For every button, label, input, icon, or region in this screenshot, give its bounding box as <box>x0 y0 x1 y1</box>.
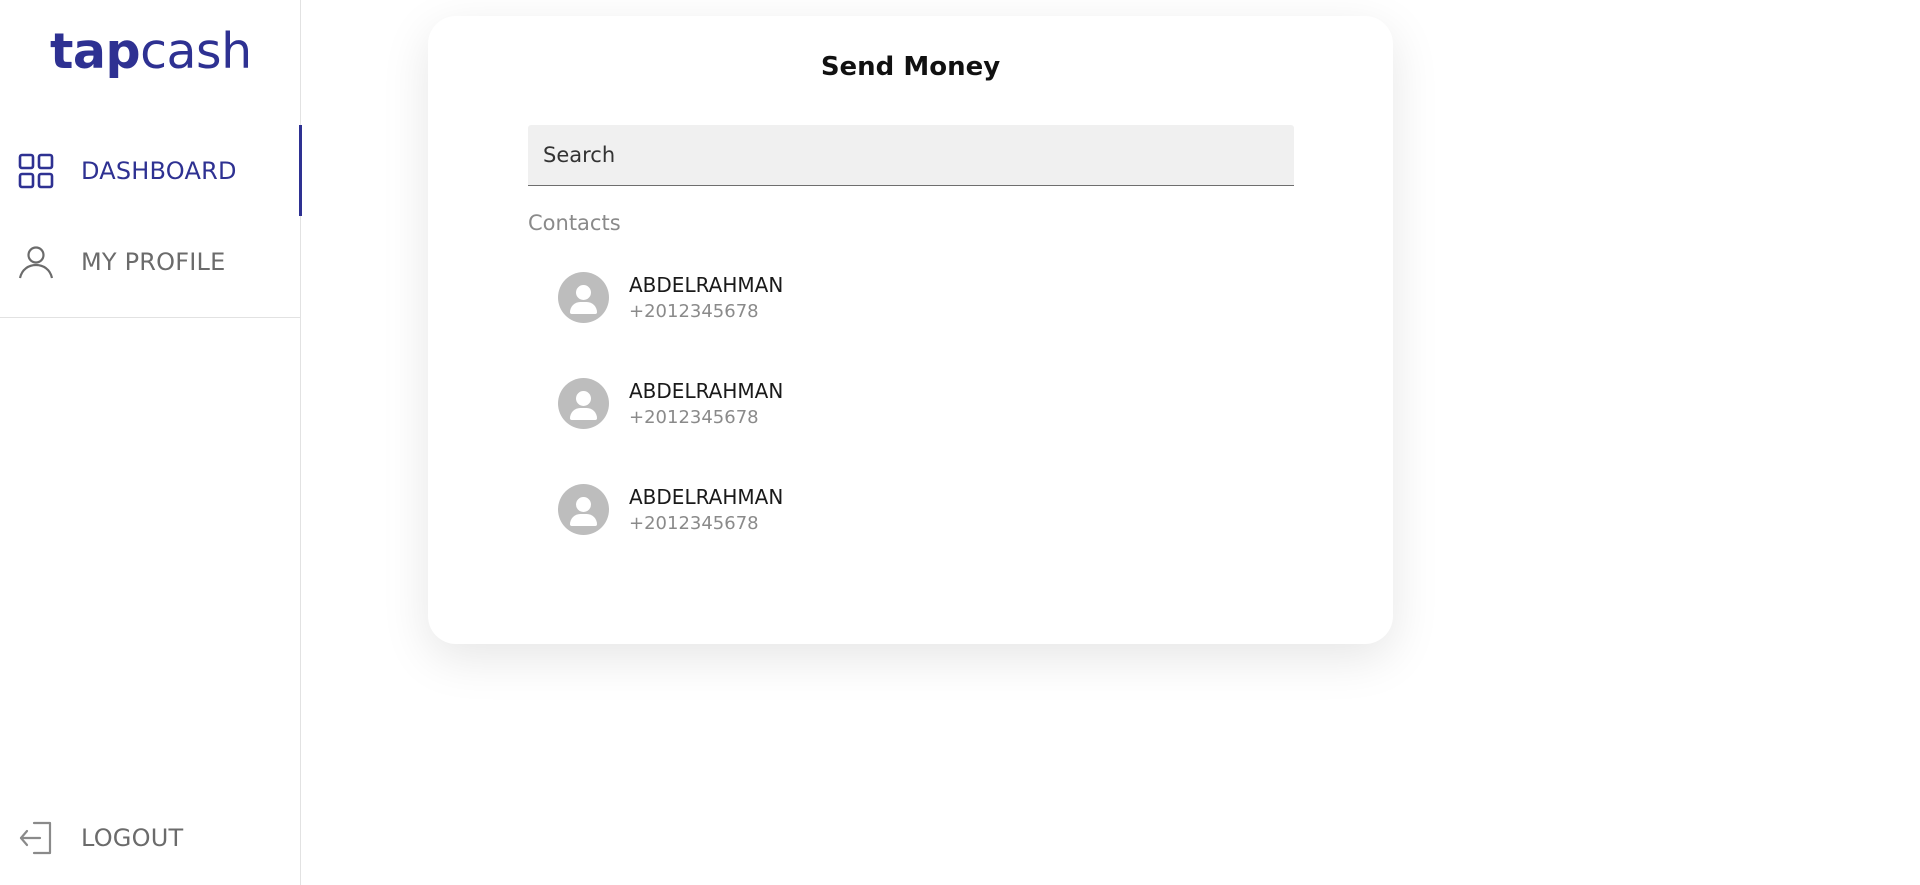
logout-label: LOGOUT <box>81 823 184 852</box>
logo-tap-text: tap <box>50 23 141 80</box>
grid-icon <box>18 153 54 189</box>
user-icon <box>18 244 54 280</box>
contact-name: ABDELRAHMAN <box>629 273 784 297</box>
sidebar-divider <box>0 317 301 318</box>
contact-item[interactable]: ABDELRAHMAN +2012345678 <box>558 484 1258 590</box>
sidebar-item-label: DASHBOARD <box>81 156 237 185</box>
avatar-icon <box>558 272 609 323</box>
search-input[interactable] <box>528 125 1294 186</box>
tapcash-logo[interactable]: tapcash <box>50 22 252 82</box>
sidebar: tapcash DASHBOARD MY PROFILE LOGOUT <box>0 0 302 885</box>
logo-cash-text: cash <box>140 23 252 80</box>
contact-name: ABDELRAHMAN <box>629 485 784 509</box>
sidebar-item-label: MY PROFILE <box>81 247 226 276</box>
logout-button[interactable]: LOGOUT <box>0 795 301 880</box>
contact-phone: +2012345678 <box>629 301 759 322</box>
avatar-icon <box>558 484 609 535</box>
contact-list: ABDELRAHMAN +2012345678 ABDELRAHMAN +201… <box>558 272 1258 590</box>
page-title: Send Money <box>820 52 1001 82</box>
contact-item[interactable]: ABDELRAHMAN +2012345678 <box>558 378 1258 484</box>
sidebar-item-dashboard[interactable]: DASHBOARD <box>0 125 302 216</box>
contacts-heading: Contacts <box>528 211 621 235</box>
sidebar-item-my-profile[interactable]: MY PROFILE <box>0 216 301 307</box>
contact-name: ABDELRAHMAN <box>629 379 784 403</box>
contact-phone: +2012345678 <box>629 407 759 428</box>
contact-item[interactable]: ABDELRAHMAN +2012345678 <box>558 272 1258 378</box>
send-money-card: Send Money Contacts ABDELRAHMAN +2012345… <box>428 16 1393 644</box>
logout-icon <box>18 820 54 856</box>
avatar-icon <box>558 378 609 429</box>
contact-phone: +2012345678 <box>629 513 759 534</box>
